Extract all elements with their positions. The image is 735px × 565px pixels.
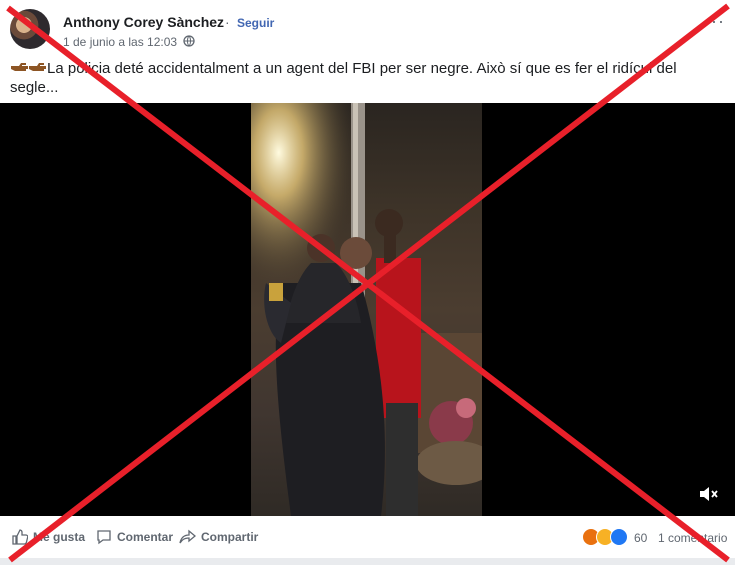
thumbs-up-icon xyxy=(12,529,29,545)
post-header: Anthony Corey Sànchez · Seguir 1 de juni… xyxy=(0,0,735,60)
pointing-hands-icon xyxy=(11,63,46,71)
separator-dot: · xyxy=(225,14,230,30)
post-actions-bar: Me gusta Comentar Compartir 60 1 comenta… xyxy=(0,518,735,556)
share-icon xyxy=(179,529,197,544)
reaction-count[interactable]: 60 xyxy=(634,531,647,545)
comment-label: Comentar xyxy=(117,530,174,544)
video-player[interactable] xyxy=(0,103,735,516)
video-scene-image xyxy=(251,103,482,516)
like-button[interactable]: Me gusta xyxy=(12,529,85,545)
share-button[interactable]: Compartir xyxy=(179,529,258,545)
more-options-icon[interactable]: ··· xyxy=(704,12,725,30)
post-text-content: La policia deté accidentalment a un agen… xyxy=(10,60,677,96)
muted-volume-icon[interactable] xyxy=(697,483,719,505)
video-frame xyxy=(251,103,482,516)
reactions-summary[interactable] xyxy=(582,528,636,546)
globe-icon xyxy=(183,35,195,47)
like-reaction-icon xyxy=(610,528,628,546)
follow-button[interactable]: Seguir xyxy=(237,16,274,30)
post-divider xyxy=(0,558,735,565)
comment-button[interactable]: Comentar xyxy=(96,529,173,545)
post-timestamp[interactable]: 1 de junio a las 12:03 xyxy=(63,35,177,49)
like-label: Me gusta xyxy=(33,530,86,544)
comments-count[interactable]: 1 comentario xyxy=(658,531,727,545)
post-text: La policia deté accidentalment a un agen… xyxy=(10,59,720,97)
author-name[interactable]: Anthony Corey Sànchez xyxy=(63,14,224,30)
author-avatar[interactable] xyxy=(10,9,50,49)
comment-icon xyxy=(97,530,111,545)
share-label: Compartir xyxy=(201,530,259,544)
